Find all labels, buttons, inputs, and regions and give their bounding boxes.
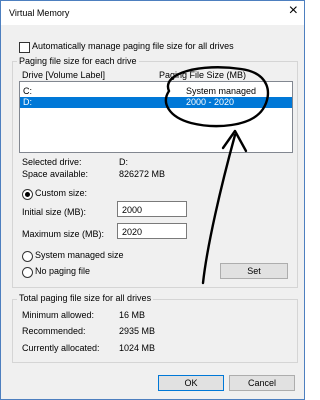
virtual-memory-dialog: Virtual Memory × Automatically manage pa…	[0, 0, 305, 400]
annotation-arrow-shaft	[201, 133, 237, 285]
hand-drawn-annotation	[164, 66, 270, 285]
annotation-ellipse	[164, 66, 270, 128]
